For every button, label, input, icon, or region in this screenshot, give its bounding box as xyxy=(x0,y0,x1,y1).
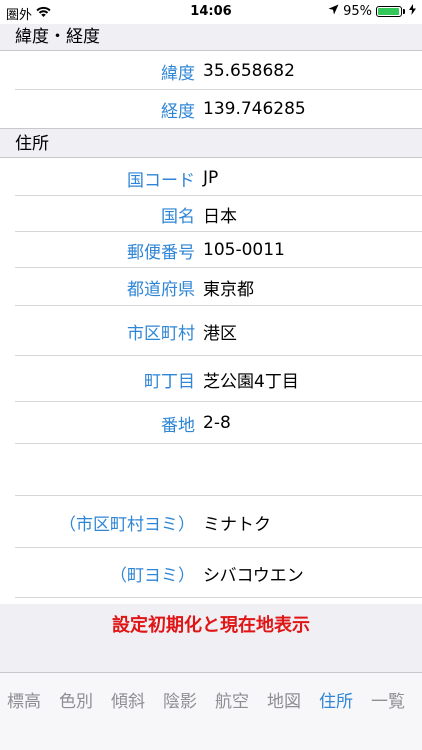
row-town-reading: （町ヨミ） シバコウエン xyxy=(0,548,422,598)
city-reading-value: ミナトク xyxy=(203,514,271,535)
tab-elevation[interactable]: 標高 xyxy=(7,687,41,712)
tab-map[interactable]: 地図 xyxy=(267,687,301,712)
town-reading-label: （町ヨミ） xyxy=(110,565,195,586)
city-label: 市区町村 xyxy=(127,323,195,344)
row-postal-code: 郵便番号 105-0011 xyxy=(0,232,422,268)
status-right: 95% xyxy=(328,4,416,19)
row-block-number: 番地 2-8 xyxy=(0,402,422,444)
row-city: 市区町村 港区 xyxy=(0,306,422,356)
country-name-value: 日本 xyxy=(203,206,237,227)
town-value: 芝公園4丁目 xyxy=(203,371,299,392)
row-town: 町丁目 芝公園4丁目 xyxy=(0,356,422,402)
row-country-name: 国名 日本 xyxy=(0,196,422,232)
tab-bar: 標高 色別 傾斜 陰影 航空 地図 住所 一覧 xyxy=(0,672,422,750)
latitude-value: 35.658682 xyxy=(203,61,295,81)
city-value: 港区 xyxy=(203,323,237,344)
row-country-code: 国コード JP xyxy=(0,160,422,196)
section-header-address: 住所 xyxy=(0,128,422,158)
prefecture-value: 東京都 xyxy=(203,279,254,300)
row-prefecture: 都道府県 東京都 xyxy=(0,268,422,306)
tab-slope[interactable]: 傾斜 xyxy=(111,687,145,712)
block-number-value: 2-8 xyxy=(203,413,231,433)
longitude-value: 139.746285 xyxy=(203,99,306,119)
row-latitude: 緯度 35.658682 xyxy=(0,52,422,90)
row-separator xyxy=(15,597,422,598)
latitude-label: 緯度 xyxy=(161,63,195,84)
tab-address[interactable]: 住所 xyxy=(319,687,353,712)
row-empty xyxy=(0,444,422,496)
town-reading-value: シバコウエン xyxy=(203,565,304,586)
battery-icon xyxy=(376,6,402,17)
battery-percent: 95% xyxy=(343,4,372,19)
country-code-value: JP xyxy=(203,168,219,188)
tab-color[interactable]: 色別 xyxy=(59,687,93,712)
status-bar: 圏外 14:06 95% xyxy=(0,0,422,24)
block-number-label: 番地 xyxy=(161,415,195,436)
town-label: 町丁目 xyxy=(144,371,195,392)
battery-tip xyxy=(403,9,405,14)
location-arrow-icon xyxy=(328,4,339,19)
reset-and-locate-button[interactable]: 設定初期化と現在地表示 xyxy=(0,611,422,637)
row-city-reading: （市区町村ヨミ） ミナトク xyxy=(0,496,422,548)
tab-aerial[interactable]: 航空 xyxy=(215,687,249,712)
battery-fill xyxy=(378,8,399,15)
tab-shade[interactable]: 陰影 xyxy=(163,687,197,712)
section-header-latlon: 緯度・経度 xyxy=(0,24,422,51)
charging-bolt-icon xyxy=(409,4,416,19)
city-reading-label: （市区町村ヨミ） xyxy=(59,514,195,535)
postal-code-label: 郵便番号 xyxy=(127,242,195,263)
prefecture-label: 都道府県 xyxy=(127,279,195,300)
tab-list[interactable]: 一覧 xyxy=(371,687,405,712)
longitude-label: 経度 xyxy=(161,101,195,122)
country-name-label: 国名 xyxy=(161,206,195,227)
row-longitude: 経度 139.746285 xyxy=(0,90,422,128)
country-code-label: 国コード xyxy=(127,170,195,191)
postal-code-value: 105-0011 xyxy=(203,240,285,260)
